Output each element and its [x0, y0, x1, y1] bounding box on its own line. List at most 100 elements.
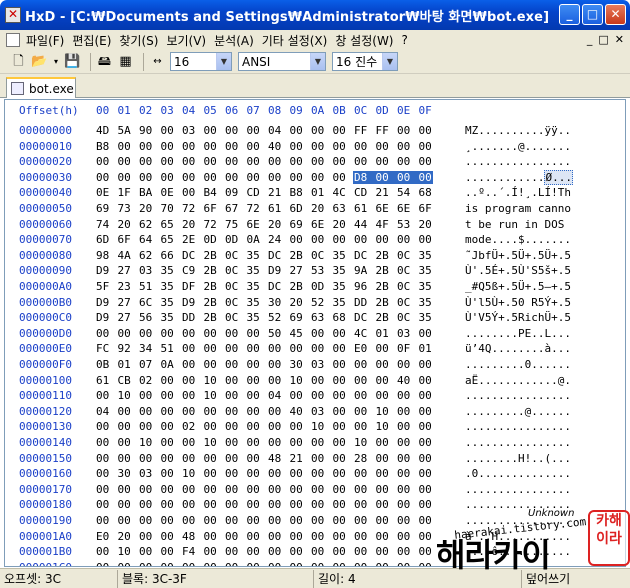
hex-byte[interactable]: 00 — [95, 171, 110, 184]
hex-byte[interactable]: 00 — [289, 233, 304, 246]
hex-byte[interactable]: 07 — [138, 358, 153, 371]
hex-byte[interactable]: 00 — [181, 327, 196, 340]
hex-byte[interactable]: 0D — [310, 280, 325, 293]
hex-byte[interactable]: 6D — [289, 202, 304, 215]
hex-byte[interactable]: 00 — [418, 358, 433, 371]
status-mode[interactable]: 덮어쓰기 — [522, 570, 630, 588]
hex-byte[interactable]: 04 — [95, 405, 110, 418]
hex-byte[interactable]: 00 — [117, 561, 132, 566]
hex-byte[interactable]: 00 — [353, 389, 368, 402]
hex-byte[interactable]: 34 — [138, 342, 153, 355]
hex-byte[interactable]: 00 — [224, 389, 239, 402]
hex-byte[interactable]: 00 — [181, 452, 196, 465]
row-ascii[interactable]: ................ — [465, 561, 571, 566]
hex-byte[interactable]: 00 — [224, 530, 239, 543]
hex-byte[interactable]: 00 — [396, 170, 419, 184]
row-ascii[interactable]: ¸.......@....... — [465, 140, 571, 153]
hex-row[interactable]: 00000050 69 73 20 70 72 6F 67 72 61 6D 20… — [5, 202, 625, 218]
hex-byte[interactable]: DC — [181, 249, 196, 262]
hex-byte[interactable]: 4C — [332, 186, 347, 199]
hex-byte[interactable]: 03 — [138, 467, 153, 480]
hex-byte[interactable]: 00 — [181, 186, 196, 199]
hex-byte[interactable]: 00 — [289, 530, 304, 543]
hex-byte[interactable]: 00 — [396, 420, 411, 433]
hex-byte[interactable]: 00 — [396, 498, 411, 511]
hex-byte[interactable]: 20 — [289, 296, 304, 309]
hex-byte[interactable]: 00 — [246, 327, 261, 340]
document-icon[interactable] — [6, 33, 20, 47]
hex-byte[interactable]: 00 — [246, 405, 261, 418]
hex-byte[interactable]: 01 — [310, 186, 325, 199]
number-base-select[interactable]: 16 진수 ▼ — [332, 52, 398, 71]
hex-row[interactable]: 00000190 00 00 00 00 00 00 00 00 00 00 00… — [5, 514, 625, 530]
hex-byte[interactable]: 00 — [332, 483, 347, 496]
hex-byte[interactable]: 00 — [375, 140, 390, 153]
hex-byte[interactable]: 00 — [310, 467, 325, 480]
hex-byte[interactable]: 1F — [117, 186, 132, 199]
hex-byte[interactable]: 35 — [332, 249, 347, 262]
hex-byte[interactable]: 45 — [289, 327, 304, 340]
hex-byte[interactable]: 23 — [117, 280, 132, 293]
hex-byte[interactable]: 6E — [396, 202, 411, 215]
hex-byte[interactable]: 00 — [160, 530, 175, 543]
hex-byte[interactable]: 00 — [224, 498, 239, 511]
hex-byte[interactable]: 96 — [353, 280, 368, 293]
hex-byte[interactable]: 00 — [181, 483, 196, 496]
hex-byte[interactable]: 00 — [310, 171, 325, 184]
hex-byte[interactable]: 6F — [418, 202, 433, 215]
hex-byte[interactable]: 00 — [289, 561, 304, 566]
hex-byte[interactable]: 00 — [353, 420, 368, 433]
hex-byte[interactable]: 00 — [246, 467, 261, 480]
row-ascii[interactable]: ................ — [465, 498, 571, 511]
hex-byte[interactable]: 00 — [332, 140, 347, 153]
hex-row[interactable]: 000001B0 00 10 00 00 F4 00 00 00 00 00 00… — [5, 545, 625, 561]
hex-byte[interactable]: 00 — [267, 530, 282, 543]
hex-byte[interactable]: 00 — [396, 436, 411, 449]
hex-byte[interactable]: 04 — [267, 124, 282, 137]
hex-byte[interactable]: 00 — [224, 405, 239, 418]
hex-byte[interactable]: 00 — [310, 514, 325, 527]
hex-row[interactable]: 00000160 00 30 03 00 10 00 00 00 00 00 00… — [5, 467, 625, 483]
hex-byte[interactable]: 35 — [246, 280, 261, 293]
hex-byte[interactable]: 00 — [95, 545, 110, 558]
menu-extras[interactable]: 기타 설정(X) — [262, 32, 334, 49]
hex-byte[interactable]: 0D — [203, 233, 218, 246]
hex-byte[interactable]: 00 — [160, 327, 175, 340]
hex-byte[interactable]: DC — [353, 311, 368, 324]
hex-byte[interactable]: 00 — [267, 436, 282, 449]
row-ascii[interactable]: ........PE..L... — [465, 327, 571, 340]
hex-byte[interactable]: 6E — [246, 218, 261, 231]
hex-row[interactable]: 00000180 00 00 00 00 00 00 00 00 00 00 00… — [5, 498, 625, 514]
hex-row[interactable]: 000000E0 FC 92 34 51 00 00 00 00 00 00 00… — [5, 342, 625, 358]
hex-byte[interactable]: 10 — [203, 374, 218, 387]
hex-byte[interactable]: 00 — [138, 545, 153, 558]
hex-byte[interactable]: 20 — [181, 218, 196, 231]
hex-byte[interactable]: 00 — [246, 545, 261, 558]
hex-row[interactable]: 00000120 04 00 00 00 00 00 00 00 00 40 03… — [5, 405, 625, 421]
hex-byte[interactable]: 62 — [138, 218, 153, 231]
hex-byte[interactable]: 21 — [375, 186, 390, 199]
hex-byte[interactable]: 00 — [203, 498, 218, 511]
hex-byte[interactable]: 00 — [353, 514, 368, 527]
hex-byte[interactable]: 00 — [418, 436, 433, 449]
hex-byte[interactable]: 00 — [310, 327, 325, 340]
hex-byte[interactable]: 2B — [203, 249, 218, 262]
hex-byte[interactable]: 00 — [181, 498, 196, 511]
hex-byte[interactable]: 02 — [181, 420, 196, 433]
hex-byte[interactable]: 00 — [267, 405, 282, 418]
hex-byte[interactable]: 03 — [310, 405, 325, 418]
hex-byte[interactable]: F4 — [181, 545, 196, 558]
hex-byte[interactable]: DC — [267, 280, 282, 293]
hex-byte[interactable]: 2E — [181, 233, 196, 246]
hex-byte[interactable]: 00 — [396, 233, 411, 246]
hex-byte[interactable]: 0E — [160, 186, 175, 199]
hex-byte[interactable]: 00 — [396, 483, 411, 496]
hex-byte[interactable]: 00 — [310, 452, 325, 465]
hex-byte[interactable]: 00 — [310, 140, 325, 153]
hex-byte[interactable]: 61 — [95, 374, 110, 387]
hex-byte[interactable]: 20 — [138, 202, 153, 215]
hex-byte[interactable]: 00 — [95, 452, 110, 465]
hex-byte[interactable]: 00 — [246, 483, 261, 496]
hex-byte[interactable]: 00 — [375, 561, 390, 566]
hex-byte[interactable]: 35 — [418, 249, 433, 262]
